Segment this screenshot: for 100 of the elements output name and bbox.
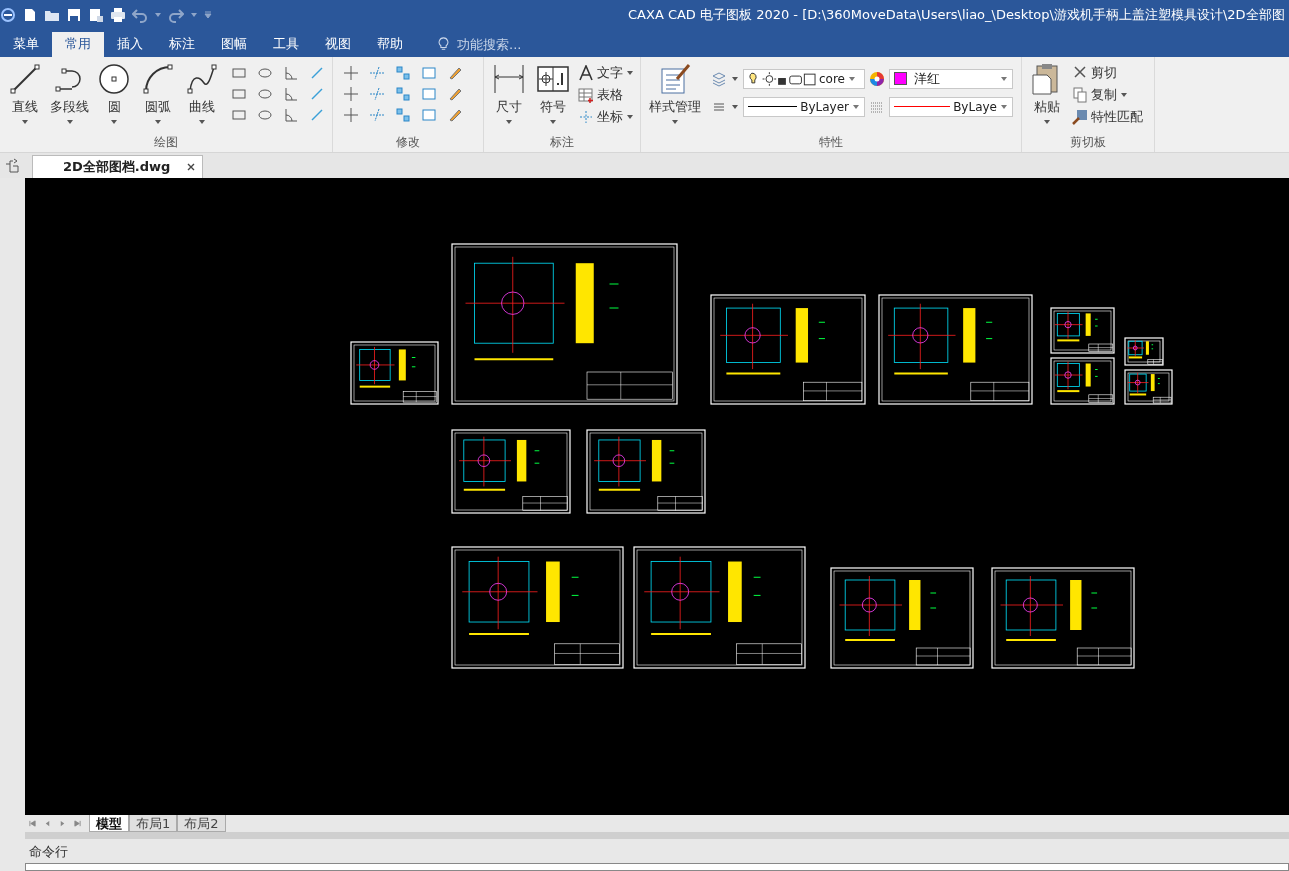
ribbon-item[interactable]: 特性匹配 [1070, 106, 1145, 127]
document-brush-icon [659, 62, 691, 95]
rectangle-icon[interactable] [421, 106, 437, 123]
array-icon[interactable] [395, 64, 411, 81]
customize-icon[interactable] [204, 10, 212, 19]
dimension-icon [493, 62, 525, 95]
save-as-icon[interactable] [88, 6, 104, 23]
ribbon-tab[interactable]: 帮助 [364, 31, 416, 57]
text-icon [578, 64, 594, 81]
caret-icon [1120, 90, 1128, 99]
color-dropdown[interactable]: 洋红 [889, 68, 1013, 89]
ribbon-item[interactable]: 表格 [576, 84, 636, 105]
new-file-icon[interactable] [22, 6, 38, 23]
layout-tab[interactable]: 布局2 [177, 815, 226, 833]
ribbon-button[interactable]: 曲线 [181, 60, 223, 135]
array-icon[interactable] [395, 85, 411, 102]
ribbon-button[interactable]: 尺寸 [488, 60, 530, 135]
save-icon[interactable] [66, 6, 82, 23]
layer-state-icon [748, 70, 816, 87]
style-manager-button[interactable]: 样式管理 [645, 60, 705, 135]
linetype-dropdown[interactable]: ByLayer [743, 96, 865, 117]
last-page-icon[interactable] [74, 820, 81, 828]
ribbon-button[interactable]: 直线 [4, 60, 46, 135]
layout-tab[interactable]: 布局1 [129, 815, 178, 833]
layer-dropdown[interactable]: core [743, 68, 865, 89]
caret-icon[interactable] [154, 10, 162, 19]
move-icon[interactable] [343, 106, 359, 123]
caret-icon[interactable] [731, 102, 739, 111]
next-page-icon[interactable] [59, 820, 66, 828]
caret-icon [852, 102, 860, 111]
ribbon-tab[interactable]: 常用 [52, 31, 104, 57]
caret-icon [21, 117, 29, 126]
trim-icon[interactable] [369, 106, 385, 123]
line-icon[interactable] [309, 106, 325, 123]
ribbon-item[interactable]: 文字 [576, 62, 636, 83]
line-icon[interactable] [309, 64, 325, 81]
ribbon-item[interactable]: 坐标 [576, 106, 636, 127]
caret-icon [671, 117, 679, 126]
search-field[interactable]: 功能搜索... [455, 35, 569, 53]
print-icon[interactable] [110, 6, 126, 23]
ribbon-tab[interactable]: 视图 [312, 31, 364, 57]
rectangle-icon[interactable] [421, 85, 437, 102]
ribbon-tab[interactable]: 图幅 [208, 31, 260, 57]
caret-icon[interactable] [190, 10, 198, 19]
ribbon-tab[interactable]: 工具 [260, 31, 312, 57]
drawing-canvas[interactable] [25, 178, 1289, 816]
move-icon[interactable] [343, 64, 359, 81]
caret-icon [549, 117, 557, 126]
trim-icon[interactable] [369, 85, 385, 102]
lightbulb-icon [438, 37, 449, 52]
copy-icon [1072, 86, 1088, 103]
library-icon[interactable] [4, 158, 20, 175]
line-icon[interactable] [309, 85, 325, 102]
ribbon-button[interactable]: 圆 [93, 60, 135, 135]
ribbon-button[interactable]: 圆弧 [137, 60, 179, 135]
app-logo-icon [0, 6, 16, 23]
drawing-sheet-drawing [1050, 357, 1115, 405]
paste-button[interactable]: 粘贴 [1026, 60, 1068, 135]
caret-icon [1043, 117, 1051, 126]
caret-icon [848, 74, 856, 83]
angle-icon[interactable] [283, 106, 299, 123]
ribbon-tab[interactable]: 插入 [104, 31, 156, 57]
group-label: 绘图 [153, 134, 179, 152]
ribbon-button[interactable]: 符号 [532, 60, 574, 135]
ribbon-tab[interactable]: 菜单 [0, 31, 52, 57]
brush-icon [1072, 108, 1088, 125]
ribbon-tab[interactable]: 标注 [156, 31, 208, 57]
ribbon-button[interactable]: 多段线 [48, 60, 91, 135]
caret-icon [65, 117, 74, 126]
rectangle-icon[interactable] [421, 64, 437, 81]
lineweight-dropdown[interactable]: ByLaye [889, 96, 1013, 117]
trim-icon[interactable] [369, 64, 385, 81]
move-icon[interactable] [343, 85, 359, 102]
close-icon[interactable] [186, 162, 197, 173]
color-wheel-icon[interactable] [869, 70, 885, 87]
caret-icon [198, 117, 206, 126]
command-line-label: 命令行 [28, 843, 69, 862]
angle-icon[interactable] [283, 64, 299, 81]
caret-icon [110, 117, 118, 126]
command-input-field[interactable] [25, 863, 1289, 871]
previous-page-icon[interactable] [44, 820, 51, 828]
array-icon[interactable] [395, 106, 411, 123]
ribbon-item[interactable]: 复制 [1070, 84, 1145, 105]
table-icon [578, 86, 594, 103]
ribbon-item[interactable]: 剪切 [1070, 62, 1145, 83]
window-title: CAXA CAD 电子图板 2020 - [D:\360MoveData\Users\liao_\Desktop\游戏机手柄上盖注塑模具设计\2D全部图 [628, 5, 1285, 24]
line-icon [9, 62, 41, 95]
caret-icon [1000, 74, 1008, 83]
caret-icon [626, 112, 634, 121]
caret-icon [154, 117, 162, 126]
group-label: 修改 [395, 134, 421, 152]
first-page-icon[interactable] [29, 820, 36, 828]
group-label: 标注 [549, 134, 575, 152]
layout-tab[interactable]: 模型 [89, 815, 129, 833]
angle-icon[interactable] [283, 85, 299, 102]
redo-icon[interactable] [168, 6, 184, 23]
document-tab[interactable]: 2D全部图档.dwg [32, 155, 204, 179]
drawing-sheet-drawing [1124, 337, 1164, 366]
caret-icon[interactable] [731, 74, 739, 83]
undo-icon[interactable] [132, 6, 148, 23]
